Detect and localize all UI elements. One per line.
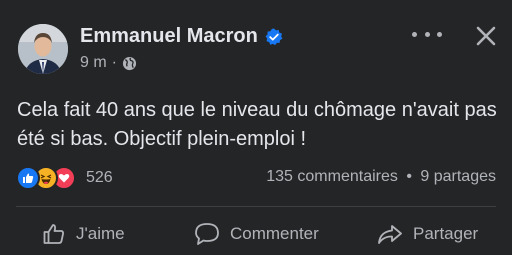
more-dot	[412, 31, 417, 37]
more-options-icon[interactable]	[412, 26, 442, 42]
avatar-photo	[18, 24, 68, 74]
thumbs-up-icon	[43, 224, 64, 244]
author-name-row[interactable]: Emmanuel Macron	[80, 25, 283, 48]
stats-separator: •	[406, 168, 412, 185]
like-button[interactable]: J'aime	[42, 222, 125, 246]
shares-count[interactable]: 9 partages	[420, 168, 496, 185]
author-name[interactable]: Emmanuel Macron	[80, 25, 258, 48]
comment-icon	[195, 223, 219, 245]
comment-label: Commenter	[230, 224, 319, 243]
share-icon	[378, 225, 402, 244]
close-icon[interactable]	[474, 24, 498, 48]
post-text: Cela fait 40 ans que le niveau du chômag…	[17, 99, 497, 150]
post-meta: 9 m ·	[80, 54, 137, 72]
author-avatar[interactable]	[18, 24, 68, 74]
divider	[16, 206, 496, 207]
meta-separator: ·	[111, 54, 117, 71]
share-button[interactable]: Partager	[377, 222, 478, 246]
comments-count[interactable]: 135 commentaires	[266, 168, 398, 185]
post-time[interactable]: 9 m	[80, 54, 107, 72]
post-stats: 135 commentaires • 9 partages	[266, 168, 496, 186]
like-label: J'aime	[76, 224, 125, 243]
reactions-summary[interactable]: 526	[16, 166, 113, 190]
verified-badge-icon	[265, 28, 283, 45]
comment-button[interactable]: Commenter	[194, 222, 319, 246]
more-dot	[437, 31, 442, 37]
like-icon	[16, 166, 40, 190]
globe-icon[interactable]	[122, 56, 137, 71]
more-dot	[424, 31, 430, 37]
reaction-count[interactable]: 526	[86, 169, 113, 187]
share-label: Partager	[413, 224, 479, 243]
